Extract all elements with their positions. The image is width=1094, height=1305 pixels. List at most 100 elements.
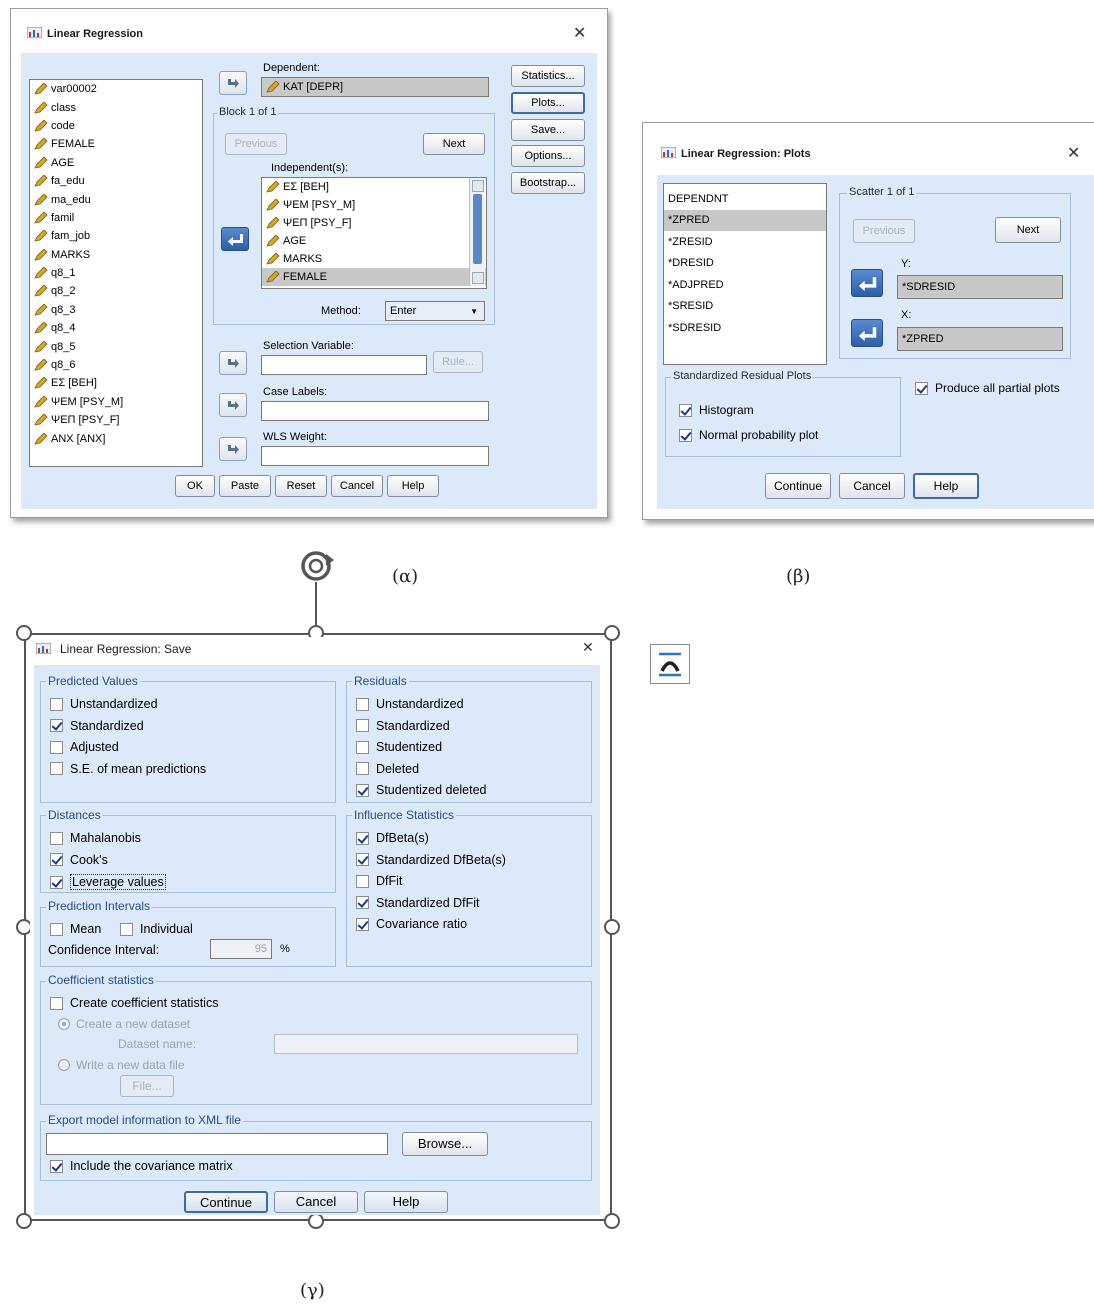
influence-checkbox[interactable]: DfFit — [356, 874, 402, 888]
independent-item[interactable]: ΨΕΜ [PSY_M] — [262, 196, 486, 214]
continue-button[interactable]: Continue — [765, 473, 831, 499]
xml-file-field[interactable] — [46, 1133, 388, 1155]
variable-item[interactable]: FEMALE — [30, 135, 202, 153]
dependent-field[interactable]: KAT [DEPR] — [261, 77, 489, 97]
include-covariance-checkbox[interactable]: Include the covariance matrix — [50, 1159, 233, 1173]
help-button[interactable]: Help — [387, 475, 439, 497]
influence-checkbox[interactable]: Standardized DfBeta(s) — [356, 853, 506, 867]
selection-move-button[interactable] — [219, 351, 247, 375]
close-icon[interactable]: ✕ — [1067, 143, 1080, 163]
wls-move-button[interactable] — [219, 437, 247, 461]
independent-item[interactable]: ΕΣ [BEH] — [262, 178, 486, 196]
cancel-button[interactable]: Cancel — [274, 1191, 358, 1213]
file-button[interactable]: File... — [120, 1075, 174, 1097]
variable-item[interactable]: ANX [ANX] — [30, 429, 202, 447]
statistics-button[interactable]: Statistics... — [511, 65, 585, 87]
influence-checkbox[interactable]: Standardized DfFit — [356, 896, 480, 910]
influence-checkbox[interactable]: DfBeta(s) — [356, 831, 429, 845]
plot-variable-item[interactable]: *ZPRED — [664, 209, 826, 231]
plot-variable-item[interactable]: DEPENDNT — [664, 188, 826, 210]
variable-item[interactable]: ma_edu — [30, 190, 202, 208]
previous-button[interactable]: Previous — [225, 133, 287, 155]
distance-checkbox[interactable]: Leverage values — [50, 874, 166, 890]
predicted-checkbox[interactable]: S.E. of mean predictions — [50, 762, 206, 776]
cancel-button[interactable]: Cancel — [331, 475, 383, 497]
independent-item[interactable]: AGE — [262, 232, 486, 250]
plot-variable-item[interactable]: *DRESID — [664, 253, 826, 275]
predicted-checkbox[interactable]: Unstandardized — [50, 697, 158, 711]
layout-options-icon[interactable] — [650, 644, 690, 684]
reset-button[interactable]: Reset — [275, 475, 327, 497]
y-axis-field[interactable]: *SDRESID — [897, 275, 1063, 299]
ok-button[interactable]: OK — [175, 475, 215, 497]
variable-item[interactable]: ΕΣ [BEH] — [30, 374, 202, 392]
variable-list[interactable]: var00002 class code FEMALE AGE fa_edu ma_edu fa… — [29, 79, 203, 467]
resize-handle[interactable] — [16, 1213, 32, 1229]
plot-variable-item[interactable]: *ZRESID — [664, 231, 826, 253]
create-coefficient-checkbox[interactable]: Create coefficient statistics — [50, 996, 218, 1010]
browse-button[interactable]: Browse... — [402, 1132, 488, 1156]
bootstrap-button[interactable]: Bootstrap... — [511, 172, 585, 194]
dataset-name-field[interactable] — [274, 1034, 578, 1054]
independent-item[interactable]: FEMALE — [262, 268, 486, 286]
variable-item[interactable]: AGE — [30, 154, 202, 172]
help-button[interactable]: Help — [913, 473, 979, 499]
write-data-file-radio[interactable]: Write a new data file — [58, 1058, 185, 1072]
resize-handle[interactable] — [604, 1213, 620, 1229]
independent-item[interactable]: ΨΕΠ [PSY_F] — [262, 214, 486, 232]
plot-variable-item[interactable]: *SRESID — [664, 296, 826, 318]
plot-variable-item[interactable]: *ADJPRED — [664, 274, 826, 296]
resize-handle[interactable] — [604, 919, 620, 935]
variable-item[interactable]: q8_2 — [30, 282, 202, 300]
distance-checkbox[interactable]: Mahalanobis — [50, 831, 141, 845]
independent-move-button[interactable] — [221, 227, 249, 251]
variable-item[interactable]: MARKS — [30, 246, 202, 264]
variable-item[interactable]: code — [30, 117, 202, 135]
residual-checkbox[interactable]: Studentized — [356, 740, 442, 754]
previous-button[interactable]: Previous — [853, 219, 915, 243]
variable-item[interactable]: fam_job — [30, 227, 202, 245]
wls-weight-field[interactable] — [261, 446, 489, 466]
influence-checkbox[interactable]: Covariance ratio — [356, 917, 467, 931]
variable-item[interactable]: ΨΕΠ [PSY_F] — [30, 411, 202, 429]
x-move-button[interactable] — [851, 319, 883, 347]
plot-variable-item[interactable]: *SDRESID — [664, 317, 826, 339]
histogram-checkbox[interactable]: Histogram — [679, 403, 754, 417]
variable-item[interactable]: var00002 — [30, 80, 202, 98]
dependent-move-button[interactable] — [219, 71, 247, 95]
close-icon[interactable]: ✕ — [582, 639, 594, 656]
case-labels-move-button[interactable] — [219, 393, 247, 417]
method-select[interactable]: Enter ▼ — [385, 301, 485, 321]
resize-handle[interactable] — [308, 1213, 324, 1229]
variable-item[interactable]: q8_5 — [30, 337, 202, 355]
x-axis-field[interactable]: *ZPRED — [897, 327, 1063, 351]
independent-item[interactable]: MARKS — [262, 250, 486, 268]
next-button[interactable]: Next — [995, 217, 1061, 243]
variable-item[interactable]: fa_edu — [30, 172, 202, 190]
plot-variable-list[interactable]: DEPENDNT *ZPRED *ZRESID *DRESID *ADJPRED *SRE… — [663, 183, 827, 365]
residual-checkbox[interactable]: Studentized deleted — [356, 783, 487, 797]
options-button[interactable]: Options... — [511, 145, 585, 167]
distance-checkbox[interactable]: Cook's — [50, 853, 108, 867]
mean-checkbox[interactable]: Mean — [50, 922, 101, 936]
variable-item[interactable]: q8_4 — [30, 319, 202, 337]
residual-checkbox[interactable]: Unstandardized — [356, 697, 464, 711]
variable-item[interactable]: ΨΕΜ [PSY_M] — [30, 393, 202, 411]
case-labels-field[interactable] — [261, 401, 489, 421]
help-button[interactable]: Help — [364, 1191, 448, 1213]
paste-button[interactable]: Paste — [219, 475, 271, 497]
residual-checkbox[interactable]: Standardized — [356, 719, 450, 733]
residual-checkbox[interactable]: Deleted — [356, 762, 419, 776]
variable-item[interactable]: q8_6 — [30, 356, 202, 374]
new-dataset-radio[interactable]: Create a new dataset — [58, 1017, 190, 1031]
independents-list[interactable]: ΕΣ [BEH] ΨΕΜ [PSY_M] ΨΕΠ [PSY_F] AGE MARKS FE… — [261, 177, 487, 289]
rule-button[interactable]: Rule... — [433, 351, 483, 373]
next-button[interactable]: Next — [423, 133, 485, 155]
predicted-checkbox[interactable]: Standardized — [50, 719, 144, 733]
variable-item[interactable]: q8_1 — [30, 264, 202, 282]
confidence-interval-field[interactable]: 95 — [210, 939, 272, 959]
cancel-button[interactable]: Cancel — [839, 473, 905, 499]
selection-variable-field[interactable] — [261, 355, 427, 375]
predicted-checkbox[interactable]: Adjusted — [50, 740, 119, 754]
rotate-handle-icon[interactable] — [296, 546, 336, 586]
